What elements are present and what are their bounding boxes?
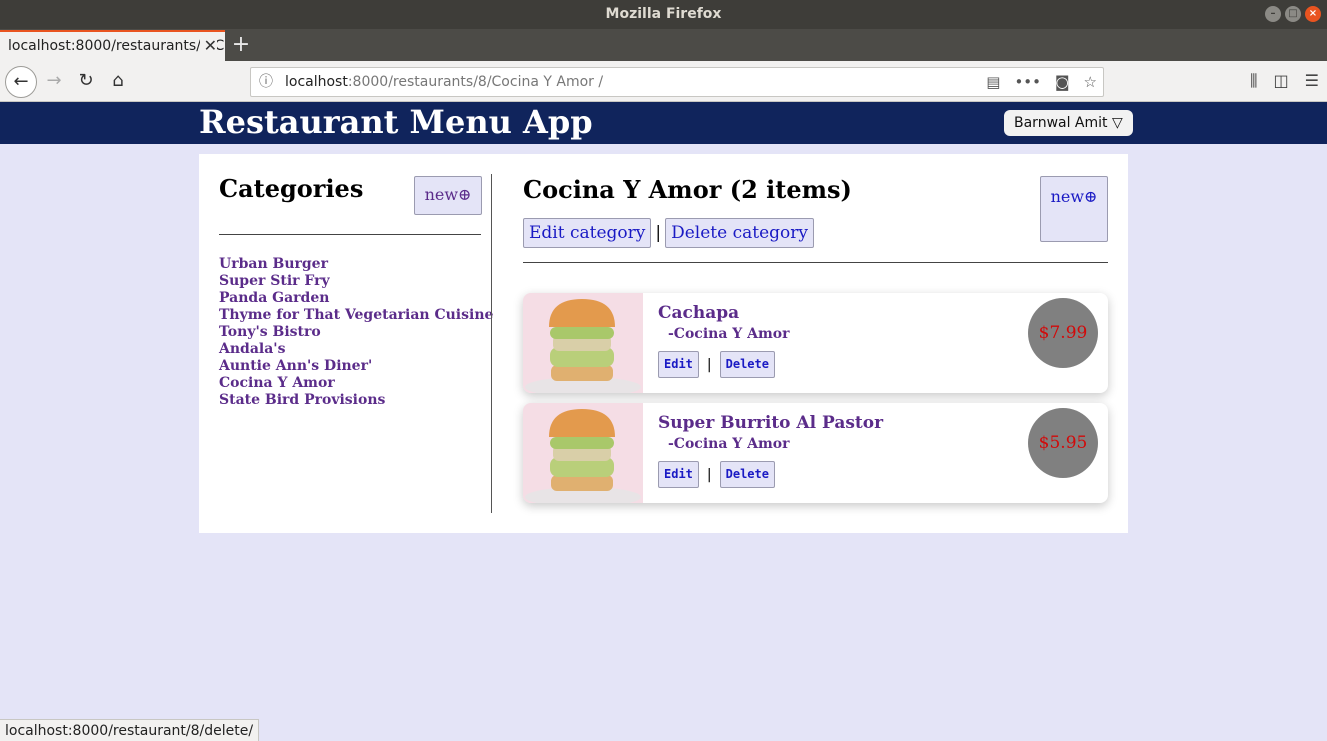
- price-badge: $7.99: [1028, 298, 1098, 368]
- forward-icon[interactable]: →: [40, 67, 68, 95]
- category-link[interactable]: Panda Garden: [219, 290, 493, 307]
- menu-item-list: Cachapa -Cocina Y Amor Edit | Delete $7.…: [523, 293, 1108, 513]
- app-header: Restaurant Menu App Barnwal Amit ▽: [0, 102, 1327, 144]
- url-actions: ▤ ••• ◙ ☆: [986, 68, 1097, 96]
- burger-image: [523, 403, 643, 503]
- delete-item-button[interactable]: Delete: [719, 351, 775, 378]
- toolbar-right: ⫼ ◫ ☰: [1250, 67, 1319, 95]
- pocket-icon[interactable]: ◙: [1055, 68, 1070, 96]
- url-host: localhost: [285, 74, 348, 90]
- back-icon[interactable]: ←: [5, 66, 37, 98]
- app-title[interactable]: Restaurant Menu App: [199, 102, 593, 142]
- category-link[interactable]: Auntie Ann's Diner': [219, 358, 493, 375]
- user-menu-button[interactable]: Barnwal Amit ▽: [1004, 110, 1133, 136]
- maximize-icon[interactable]: □: [1285, 6, 1301, 22]
- minimize-icon[interactable]: –: [1265, 6, 1281, 22]
- category-link[interactable]: Cocina Y Amor: [219, 375, 493, 392]
- category-link[interactable]: State Bird Provisions: [219, 392, 493, 409]
- url-text: localhost:8000/restaurants/8/Cocina Y Am…: [285, 68, 603, 96]
- category-link[interactable]: Thyme for That Vegetarian Cuisine: [219, 307, 493, 324]
- site-info-icon[interactable]: ⓘ: [259, 68, 273, 96]
- sidebar-divider: [219, 234, 481, 235]
- nav-toolbar: ← → ↻ ⌂ ⓘ localhost:8000/restaurants/8/C…: [0, 61, 1327, 102]
- menu-item-card: Super Burrito Al Pastor -Cocina Y Amor E…: [523, 403, 1108, 503]
- action-separator: |: [706, 356, 712, 373]
- main-divider: [523, 262, 1108, 263]
- item-actions: Edit | Delete: [658, 351, 775, 378]
- edit-item-button[interactable]: Edit: [658, 351, 699, 378]
- item-name[interactable]: Super Burrito Al Pastor: [658, 413, 883, 433]
- delete-category-button[interactable]: Delete category: [665, 218, 814, 248]
- action-separator: |: [655, 223, 662, 243]
- item-name[interactable]: Cachapa: [658, 303, 739, 323]
- reader-view-icon[interactable]: ▤: [986, 68, 1000, 96]
- new-tab-icon[interactable]: +: [230, 31, 252, 59]
- action-separator: |: [706, 466, 712, 483]
- category-link[interactable]: Super Stir Fry: [219, 273, 493, 290]
- edit-item-button[interactable]: Edit: [658, 461, 699, 488]
- category-link[interactable]: Urban Burger: [219, 256, 493, 273]
- new-item-button[interactable]: new⊕: [1040, 176, 1108, 242]
- library-icon[interactable]: ⫼: [1250, 67, 1257, 95]
- burger-image: [523, 293, 643, 393]
- page-actions-icon[interactable]: •••: [1014, 68, 1041, 96]
- status-bar: localhost:8000/restaurant/8/delete/: [0, 719, 260, 741]
- category-link[interactable]: Andala's: [219, 341, 493, 358]
- menu-panel: Cocina Y Amor (2 items) new⊕ Edit catego…: [523, 174, 1108, 503]
- edit-category-button[interactable]: Edit category: [523, 218, 652, 248]
- window-title: Mozilla Firefox: [605, 6, 722, 22]
- new-category-button[interactable]: new⊕: [414, 176, 482, 215]
- delete-item-button[interactable]: Delete: [719, 461, 775, 488]
- price-badge: $5.95: [1028, 408, 1098, 478]
- sidebar-toggle-icon[interactable]: ◫: [1274, 67, 1289, 95]
- column-divider: [491, 174, 492, 513]
- category-actions: Edit category | Delete category: [523, 218, 814, 248]
- reload-icon[interactable]: ↻: [72, 67, 100, 95]
- window-controls: – □ ×: [1265, 6, 1321, 22]
- item-actions: Edit | Delete: [658, 461, 775, 488]
- category-list: Urban Burger Super Stir Fry Panda Garden…: [219, 256, 493, 409]
- tab-title: localhost:8000/restaurants/8/Cocina Y Am…: [8, 38, 225, 54]
- bookmark-star-icon[interactable]: ☆: [1084, 68, 1097, 96]
- home-icon[interactable]: ⌂: [104, 67, 132, 95]
- close-window-icon[interactable]: ×: [1305, 6, 1321, 22]
- menu-item-card: Cachapa -Cocina Y Amor Edit | Delete $7.…: [523, 293, 1108, 393]
- item-category: -Cocina Y Amor: [668, 436, 790, 452]
- browser-tab[interactable]: localhost:8000/restaurants/8/Cocina Y Am…: [0, 30, 225, 61]
- window-titlebar: Mozilla Firefox – □ ×: [0, 0, 1327, 29]
- tab-bar: localhost:8000/restaurants/8/Cocina Y Am…: [0, 29, 1327, 61]
- url-path: :8000/restaurants/8/Cocina Y Amor /: [347, 74, 604, 90]
- item-category: -Cocina Y Amor: [668, 326, 790, 342]
- content-container: Categories new⊕ Urban Burger Super Stir …: [199, 154, 1128, 533]
- categories-sidebar: Categories new⊕ Urban Burger Super Stir …: [219, 174, 493, 408]
- close-tab-icon[interactable]: ✕: [199, 32, 217, 60]
- url-bar[interactable]: ⓘ localhost:8000/restaurants/8/Cocina Y …: [250, 67, 1104, 97]
- category-link[interactable]: Tony's Bistro: [219, 324, 493, 341]
- category-heading: Cocina Y Amor (2 items): [523, 175, 852, 204]
- menu-icon[interactable]: ☰: [1305, 67, 1319, 95]
